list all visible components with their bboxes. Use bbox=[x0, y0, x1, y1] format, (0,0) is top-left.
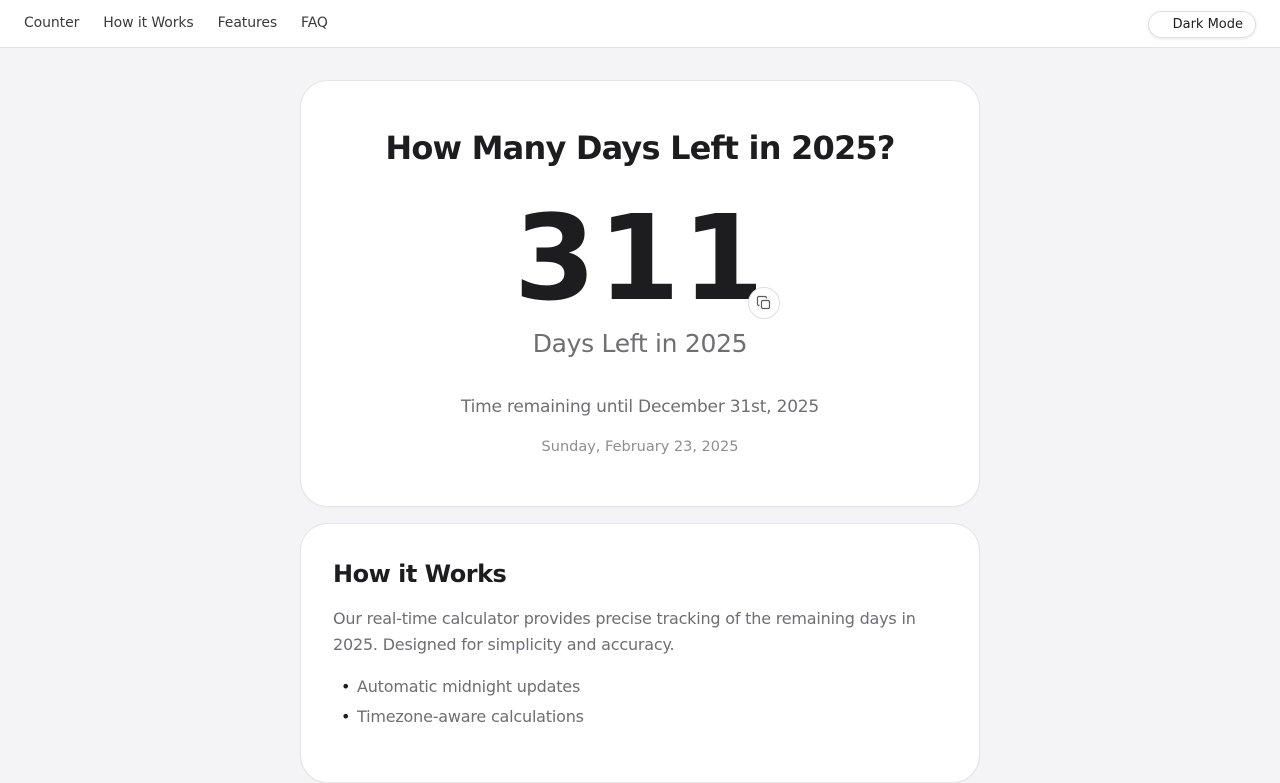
how-it-works-card: How it Works Our real-time calculator pr… bbox=[300, 523, 980, 783]
days-left-label: Days Left in 2025 bbox=[532, 329, 748, 358]
nav-link-how-it-works[interactable]: How it Works bbox=[103, 15, 193, 31]
bullet-icon: • bbox=[341, 707, 351, 726]
time-remaining-text: Time remaining until December 31st, 2025 bbox=[460, 397, 820, 417]
counter-card: How Many Days Left in 2025? 311 Days Lef… bbox=[300, 80, 980, 507]
nav-link-faq[interactable]: FAQ bbox=[301, 15, 328, 31]
dark-mode-toggle[interactable]: Dark Mode bbox=[1147, 11, 1256, 38]
list-item: • Automatic midnight updates bbox=[333, 672, 947, 702]
nav-link-features[interactable]: Features bbox=[218, 15, 278, 31]
feature-list: • Automatic midnight updates • Timezone-aw… bbox=[333, 672, 947, 732]
nav-links: Counter How it Works Features FAQ bbox=[24, 0, 328, 46]
top-navigation: Counter How it Works Features FAQ Dark M… bbox=[0, 0, 1280, 48]
page-title: How Many Days Left in 2025? bbox=[385, 129, 895, 167]
days-left-number: 311 bbox=[513, 189, 767, 327]
copy-button[interactable] bbox=[748, 287, 780, 319]
how-it-works-description: Our real-time calculator provides precis… bbox=[333, 609, 916, 654]
bullet-icon: • bbox=[341, 677, 351, 696]
nav-link-counter[interactable]: Counter bbox=[24, 15, 79, 31]
current-date: Sunday, February 23, 2025 bbox=[541, 439, 739, 455]
copy-icon bbox=[756, 295, 772, 311]
list-item: • Timezone-aware calculations bbox=[333, 702, 947, 732]
how-it-works-title: How it Works bbox=[333, 560, 507, 588]
